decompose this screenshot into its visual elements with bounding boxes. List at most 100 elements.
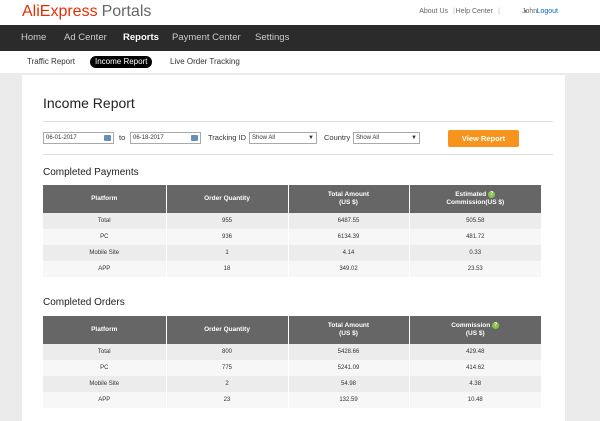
tab-traffic-report[interactable]: Traffic Report	[27, 56, 75, 68]
date-from-input[interactable]: 06-01-2017	[43, 132, 114, 144]
table-row: Mobile Site 1 4.14 0.33	[43, 245, 541, 261]
nav-ad-center[interactable]: Ad Center	[64, 25, 107, 51]
report-panel: Income Report 06-01-2017 to 06-18-2017 T…	[22, 75, 565, 421]
cell-amount: 349.02	[288, 261, 410, 277]
view-report-button[interactable]: View Report	[448, 130, 519, 147]
tracking-id-select[interactable]: Show All ▼	[249, 132, 317, 144]
table-row: PC 775 5241.09 414.62	[43, 360, 541, 376]
cell-amount: 6487.55	[288, 213, 410, 229]
header-line: (US $)	[339, 199, 358, 206]
main-nav: Home Ad Center Reports Payment Center Se…	[0, 25, 600, 51]
cell-commission: 414.62	[409, 360, 541, 376]
header-line: Estimated	[455, 191, 487, 199]
completed-payments-title: Completed Payments	[43, 167, 139, 178]
help-icon[interactable]: ?	[488, 190, 496, 198]
column-header-order-quantity: Order Quantity	[166, 185, 289, 213]
separator: |	[498, 8, 500, 15]
date-to-value: 06-18-2017	[133, 135, 164, 141]
completed-orders-table: Platform Order Quantity Total Amount (US …	[43, 316, 541, 408]
table-row: Total 955 6487.55 505.58	[43, 213, 541, 229]
country-select[interactable]: Show All ▼	[353, 132, 420, 144]
column-header-platform: Platform	[43, 185, 167, 213]
table-row: APP 23 132.59 10.48	[43, 392, 541, 408]
cell-platform: Total	[43, 213, 167, 229]
aliexpress-portals-logo[interactable]: AliExpress Portals	[22, 3, 151, 21]
cell-quantity: 936	[166, 229, 289, 245]
header-line: Total Amount	[327, 191, 370, 198]
date-to-label: to	[119, 133, 126, 142]
column-header-estimated-commission: Estimated? Commission(US $)	[409, 185, 541, 213]
completed-payments-table: Platform Order Quantity Total Amount (US …	[43, 185, 541, 277]
column-header-commission: Commission? (US $)	[409, 316, 541, 344]
cell-platform: APP	[43, 392, 167, 408]
table-row: APP 18 349.02 23.53	[43, 261, 541, 277]
cell-amount: 54.98	[288, 376, 410, 392]
header-line: Commission	[451, 322, 491, 330]
calendar-icon[interactable]	[191, 135, 198, 141]
tab-live-order-tracking[interactable]: Live Order Tracking	[170, 56, 240, 68]
logo-portals-text: Portals	[101, 3, 152, 20]
logo-ali-text: Ali	[22, 3, 40, 20]
cell-commission: 481.72	[409, 229, 541, 245]
tracking-id-label: Tracking ID	[208, 133, 247, 142]
nav-payment-center[interactable]: Payment Center	[172, 25, 241, 51]
nav-reports[interactable]: Reports	[123, 25, 159, 51]
logo-express-text: Express	[39, 3, 98, 20]
cell-platform: APP	[43, 261, 167, 277]
country-value: Show All	[356, 135, 380, 141]
header-line: Total Amount	[327, 322, 370, 329]
sub-nav: Traffic Report Income Report Live Order …	[0, 51, 600, 73]
country-label: Country	[324, 133, 351, 142]
cell-commission: 429.48	[409, 344, 541, 360]
cell-amount: 5241.09	[288, 360, 410, 376]
cell-quantity: 2	[166, 376, 289, 392]
cell-commission: 4.38	[409, 376, 541, 392]
caret-down-icon: ▾	[524, 9, 528, 15]
column-header-order-quantity: Order Quantity	[166, 316, 289, 344]
nav-settings[interactable]: Settings	[255, 25, 289, 51]
date-to-input[interactable]: 06-18-2017	[130, 132, 201, 144]
cell-amount: 5428.66	[288, 344, 410, 360]
page-title: Income Report	[43, 95, 135, 111]
chevron-down-icon: ▼	[308, 135, 314, 141]
cell-commission: 23.53	[409, 261, 541, 277]
header-line: (US $)	[339, 330, 358, 337]
cell-quantity: 23	[166, 392, 289, 408]
column-header-platform: Platform	[43, 316, 167, 344]
filter-bar: 06-01-2017 to 06-18-2017 Tracking ID Sho…	[43, 121, 553, 155]
date-from-value: 06-01-2017	[46, 135, 77, 141]
cell-amount: 4.14	[288, 245, 410, 261]
column-header-total-amount: Total Amount (US $)	[288, 316, 410, 344]
cell-platform: Mobile Site	[43, 376, 167, 392]
logout-link[interactable]: Logout	[537, 8, 558, 15]
about-us-link[interactable]: About Us	[419, 8, 448, 15]
cell-quantity: 955	[166, 213, 289, 229]
cell-platform: PC	[43, 360, 167, 376]
cell-amount: 132.59	[288, 392, 410, 408]
tab-income-report[interactable]: Income Report	[90, 56, 153, 68]
cell-commission: 0.33	[409, 245, 541, 261]
calendar-icon[interactable]	[104, 135, 111, 141]
nav-home[interactable]: Home	[21, 25, 46, 51]
tracking-id-value: Show All	[252, 135, 276, 141]
header-line: (US $)	[465, 330, 485, 338]
cell-quantity: 800	[166, 344, 289, 360]
cell-quantity: 1	[166, 245, 289, 261]
cell-quantity: 775	[166, 360, 289, 376]
completed-orders-title: Completed Orders	[43, 297, 125, 308]
top-header: AliExpress Portals About Us | Help Center…	[0, 0, 600, 25]
cell-amount: 6134.39	[288, 229, 410, 245]
cell-quantity: 18	[166, 261, 289, 277]
help-center-link[interactable]: Help Center	[456, 8, 493, 15]
cell-commission: 505.58	[409, 213, 541, 229]
table-row: PC 936 6134.39 481.72	[43, 229, 541, 245]
header-line: Commission(US $)	[446, 199, 505, 207]
table-row: Total 800 5428.66 429.48	[43, 344, 541, 360]
cell-commission: 10.48	[409, 392, 541, 408]
table-row: Mobile Site 2 54.98 4.38	[43, 376, 541, 392]
cell-platform: PC	[43, 229, 167, 245]
column-header-total-amount: Total Amount (US $)	[288, 185, 410, 213]
cell-platform: Mobile Site	[43, 245, 167, 261]
help-icon[interactable]: ?	[492, 321, 500, 329]
chevron-down-icon: ▼	[411, 135, 417, 141]
